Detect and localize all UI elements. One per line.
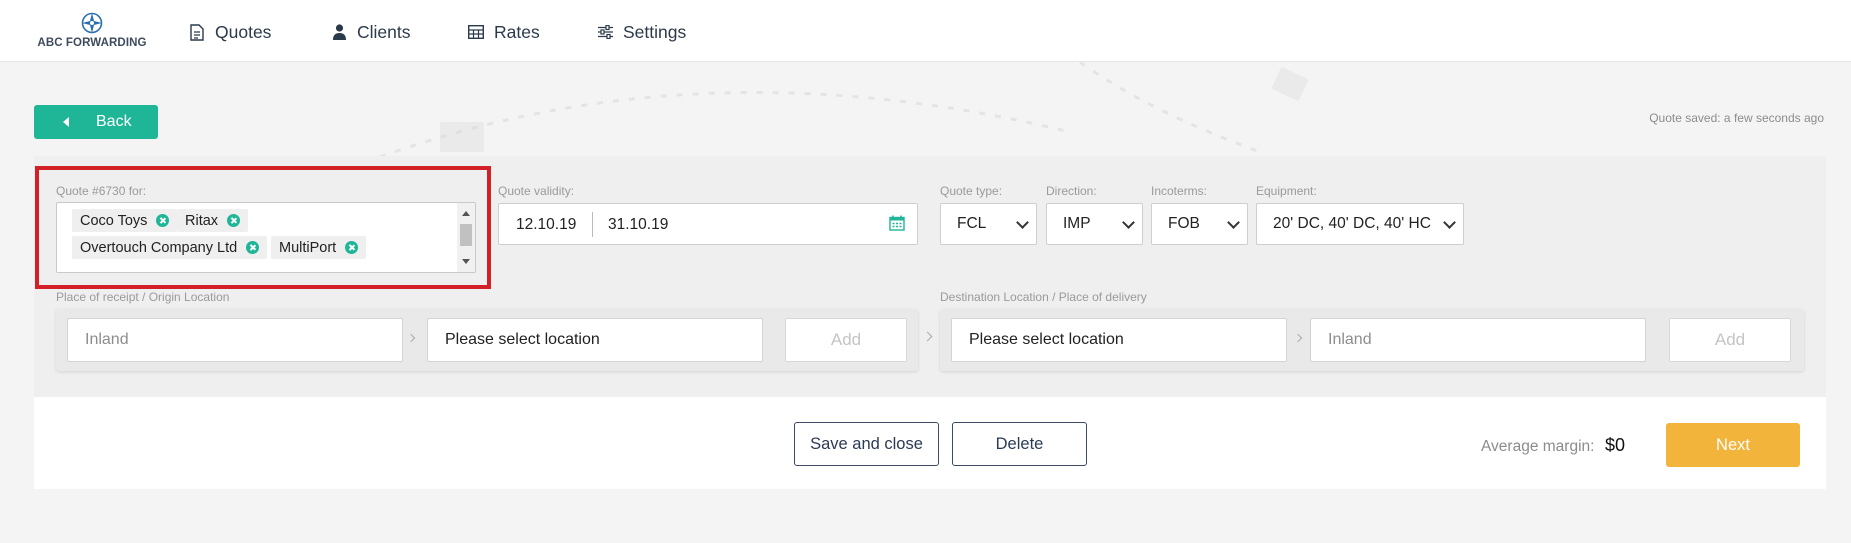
chevron-down-icon <box>1122 216 1135 229</box>
direction-label: Direction: <box>1046 184 1097 198</box>
client-chip-label: Ritax <box>185 212 219 229</box>
next-button[interactable]: Next <box>1666 423 1800 467</box>
nav-label: Quotes <box>215 21 272 42</box>
origin-location-label: Place of receipt / Origin Location <box>56 290 230 304</box>
brand-name: ABC FORWARDING <box>37 37 147 49</box>
destination-add-button[interactable]: Add <box>1669 318 1791 362</box>
scroll-thumb[interactable] <box>460 224 472 246</box>
quote-type-select[interactable]: FCL <box>940 203 1037 245</box>
direction-value: IMP <box>1063 215 1091 232</box>
incoterms-value: FOB <box>1168 215 1200 232</box>
nav-label: Rates <box>494 21 540 42</box>
quote-validity-label: Quote validity: <box>498 184 575 198</box>
chevron-down-icon <box>1443 216 1456 229</box>
back-button[interactable]: Back <box>34 105 158 139</box>
validity-date-range[interactable]: 12.10.19 31.10.19 <box>498 203 918 245</box>
equipment-select[interactable]: 20' DC, 40' DC, 40' HC <box>1256 203 1464 245</box>
destination-location-group: Please select location Inland Add <box>940 309 1804 371</box>
direction-select[interactable]: IMP <box>1046 203 1143 245</box>
destination-location-label: Destination Location / Place of delivery <box>940 290 1147 304</box>
save-status-text: Quote saved: a few seconds ago <box>1649 111 1824 125</box>
client-chip-coco-toys: Coco Toys <box>72 209 178 232</box>
calendar-icon[interactable] <box>889 215 905 236</box>
table-icon <box>468 23 484 41</box>
chevron-down-icon <box>1227 216 1240 229</box>
scroll-down-arrow-icon[interactable] <box>462 259 470 264</box>
quote-type-value: FCL <box>957 215 987 232</box>
chevron-down-icon <box>1016 216 1029 229</box>
destination-inland-input[interactable]: Inland <box>1310 318 1646 362</box>
brand-logo[interactable]: ABC FORWARDING <box>33 12 151 52</box>
origin-inland-input[interactable]: Inland <box>67 318 403 362</box>
back-button-label: Back <box>96 113 132 130</box>
client-chip-overtouch: Overtouch Company Ltd <box>72 236 268 259</box>
destination-location-select[interactable]: Please select location <box>951 318 1287 362</box>
delete-button[interactable]: Delete <box>952 422 1087 466</box>
client-box-scrollbar[interactable] <box>457 203 475 272</box>
client-chip-ritax: Ritax <box>177 209 249 232</box>
client-chip-label: Overtouch Company Ltd <box>80 239 238 256</box>
quote-type-label: Quote type: <box>940 184 1003 198</box>
average-margin-value: $0 <box>1605 435 1626 455</box>
document-icon <box>189 23 205 41</box>
client-chip-label: MultiPort <box>279 239 337 256</box>
caret-left-icon <box>63 117 69 127</box>
nav-clients[interactable]: Clients <box>331 20 411 44</box>
client-chip-label: Coco Toys <box>80 212 148 229</box>
remove-chip-icon[interactable] <box>246 241 260 254</box>
save-and-close-button[interactable]: Save and close <box>794 422 939 466</box>
nav-quotes[interactable]: Quotes <box>189 20 271 44</box>
origin-location-select[interactable]: Please select location <box>427 318 763 362</box>
chevron-right-icon <box>1293 333 1303 343</box>
remove-chip-icon[interactable] <box>156 214 170 227</box>
origin-add-button[interactable]: Add <box>785 318 907 362</box>
date-separator <box>592 212 593 237</box>
client-chip-multiport: MultiPort <box>271 236 367 259</box>
top-nav-bar: ABC FORWARDING Quotes Clients Rates Sett… <box>0 0 1851 62</box>
incoterms-label: Incoterms: <box>1151 184 1208 198</box>
sliders-icon <box>597 23 613 41</box>
nav-label: Clients <box>357 21 411 42</box>
validity-from-date[interactable]: 12.10.19 <box>516 216 576 234</box>
user-icon <box>331 23 347 41</box>
incoterms-select[interactable]: FOB <box>1151 203 1248 245</box>
chevron-right-icon <box>406 333 416 343</box>
average-margin-label: Average margin: <box>1481 438 1595 455</box>
scroll-up-arrow-icon[interactable] <box>462 211 470 216</box>
equipment-value: 20' DC, 40' DC, 40' HC <box>1273 215 1431 232</box>
validity-to-date[interactable]: 31.10.19 <box>608 216 668 234</box>
nav-settings[interactable]: Settings <box>597 20 686 44</box>
quote-for-label: Quote #6730 for: <box>56 184 147 198</box>
equipment-label: Equipment: <box>1256 184 1317 198</box>
client-select-box[interactable]: Coco Toys Ritax Overtouch Company Ltd Mu… <box>56 202 476 273</box>
remove-chip-icon[interactable] <box>227 214 241 227</box>
compass-logo-icon <box>81 12 103 34</box>
origin-location-group: Inland Please select location Add <box>56 309 918 371</box>
remove-chip-icon[interactable] <box>345 241 359 254</box>
nav-rates[interactable]: Rates <box>468 20 540 44</box>
nav-label: Settings <box>623 21 687 42</box>
